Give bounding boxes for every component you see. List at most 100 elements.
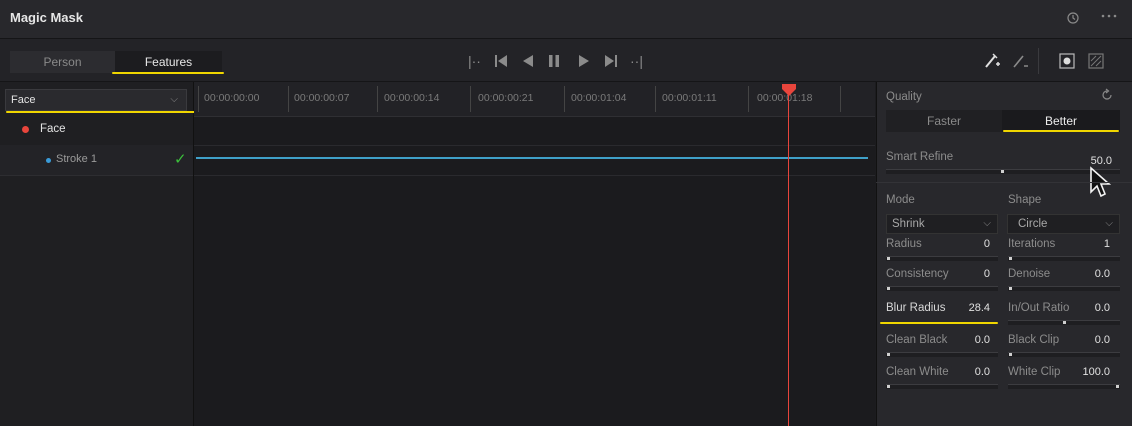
blur-radius-label: Blur Radius bbox=[886, 302, 946, 314]
radius-slider[interactable] bbox=[886, 256, 998, 261]
toolbar-divider bbox=[1038, 48, 1039, 74]
highlight-underline bbox=[880, 322, 998, 324]
chevron-down-icon: ⌵ bbox=[983, 218, 991, 229]
ruler-tick bbox=[840, 86, 841, 112]
history-icon[interactable] bbox=[1066, 11, 1080, 28]
consistency-label: Consistency bbox=[886, 268, 949, 280]
skip-start-icon[interactable] bbox=[494, 51, 508, 73]
slider-knob[interactable] bbox=[1009, 287, 1012, 290]
quality-label: Quality bbox=[886, 91, 922, 103]
highlight-underline bbox=[112, 72, 224, 74]
shape-select-value: Circle bbox=[1018, 218, 1048, 230]
playhead-handle[interactable] bbox=[781, 83, 797, 102]
ruler-tick bbox=[748, 86, 749, 112]
timecode-label: 00:00:01:04 bbox=[571, 92, 627, 104]
track-name: Face bbox=[40, 123, 66, 135]
track-color-dot bbox=[22, 126, 29, 133]
track-row-face[interactable]: Face bbox=[0, 115, 193, 146]
quality-better-button[interactable]: Better bbox=[1002, 110, 1120, 132]
mask-overlay-icon[interactable] bbox=[1058, 52, 1076, 75]
ruler-tick bbox=[564, 86, 565, 112]
white-clip-label: White Clip bbox=[1008, 366, 1061, 378]
track-name: Stroke 1 bbox=[56, 153, 97, 165]
slider-knob[interactable] bbox=[1063, 321, 1066, 324]
shape-select[interactable]: Circle ⌵ bbox=[1007, 214, 1120, 234]
in-out-ratio-slider[interactable] bbox=[1008, 320, 1120, 325]
playhead-line[interactable] bbox=[788, 88, 789, 426]
timecode-label: 00:00:00:21 bbox=[478, 92, 534, 104]
timeline-track-face[interactable] bbox=[194, 115, 875, 146]
slider-knob[interactable] bbox=[1009, 353, 1012, 356]
feature-select-value: Face bbox=[11, 94, 36, 106]
radius-label: Radius bbox=[886, 238, 922, 250]
black-clip-slider[interactable] bbox=[1008, 352, 1120, 357]
black-clip-value[interactable]: 0.0 bbox=[1072, 334, 1110, 346]
skip-end-icon[interactable] bbox=[604, 51, 618, 73]
mode-label: Mode bbox=[886, 194, 915, 206]
reset-icon[interactable] bbox=[1100, 88, 1114, 107]
blur-radius-value[interactable]: 28.4 bbox=[950, 302, 990, 314]
ruler-tick bbox=[470, 86, 471, 112]
black-clip-label: Black Clip bbox=[1008, 334, 1060, 346]
smart-refine-label: Smart Refine bbox=[886, 151, 954, 163]
ruler-tick bbox=[655, 86, 656, 112]
mouse-cursor-icon bbox=[1089, 166, 1113, 205]
feature-select[interactable]: Face ⌵ bbox=[5, 89, 187, 111]
slider-knob[interactable] bbox=[1009, 257, 1012, 260]
timeline-track-stroke[interactable] bbox=[194, 145, 875, 176]
more-icon[interactable] bbox=[1100, 9, 1118, 26]
iterations-value[interactable]: 1 bbox=[1072, 238, 1110, 250]
stroke-track-line[interactable] bbox=[196, 157, 868, 159]
slider-knob[interactable] bbox=[887, 385, 890, 388]
denoise-value[interactable]: 0.0 bbox=[1072, 268, 1110, 280]
clean-white-label: Clean White bbox=[886, 366, 949, 378]
quality-faster-button[interactable]: Faster bbox=[886, 110, 1002, 132]
clean-black-slider[interactable] bbox=[886, 352, 998, 357]
clean-black-value[interactable]: 0.0 bbox=[950, 334, 990, 346]
panel-title: Magic Mask bbox=[10, 10, 83, 25]
consistency-value[interactable]: 0 bbox=[950, 268, 990, 280]
play-forward-icon[interactable] bbox=[578, 51, 590, 73]
clean-white-slider[interactable] bbox=[886, 384, 998, 389]
consistency-slider[interactable] bbox=[886, 286, 998, 291]
iterations-slider[interactable] bbox=[1008, 256, 1120, 261]
tracked-check-icon: ✓ bbox=[174, 151, 187, 168]
title-bar bbox=[0, 0, 1132, 39]
white-clip-value[interactable]: 100.0 bbox=[1072, 366, 1110, 378]
highlight-underline bbox=[6, 111, 198, 113]
ruler-tick bbox=[377, 86, 378, 112]
chevron-down-icon: ⌵ bbox=[170, 94, 178, 105]
clean-white-value[interactable]: 0.0 bbox=[950, 366, 990, 378]
ruler-tick bbox=[288, 86, 289, 112]
in-out-ratio-label: In/Out Ratio bbox=[1008, 302, 1070, 314]
slider-knob[interactable] bbox=[1001, 170, 1004, 173]
mode-select[interactable]: Shrink ⌵ bbox=[886, 214, 998, 234]
slider-knob[interactable] bbox=[887, 257, 890, 260]
slider-knob[interactable] bbox=[887, 287, 890, 290]
step-back-icon[interactable]: |·· bbox=[468, 51, 481, 71]
denoise-slider[interactable] bbox=[1008, 286, 1120, 291]
step-forward-icon[interactable]: ··| bbox=[630, 51, 643, 71]
tab-features[interactable]: Features bbox=[115, 51, 222, 73]
timecode-label: 00:00:00:00 bbox=[204, 92, 260, 104]
slider-knob[interactable] bbox=[1116, 385, 1119, 388]
tab-person[interactable]: Person bbox=[10, 51, 115, 73]
timecode-label: 00:00:01:11 bbox=[662, 92, 717, 104]
shape-label: Shape bbox=[1008, 194, 1042, 206]
subtract-stroke-icon[interactable] bbox=[1011, 52, 1029, 75]
add-stroke-icon[interactable] bbox=[983, 52, 1001, 75]
in-out-ratio-value[interactable]: 0.0 bbox=[1072, 302, 1110, 314]
play-reverse-icon[interactable] bbox=[522, 51, 534, 73]
smart-refine-slider[interactable] bbox=[886, 169, 1120, 174]
highlight-underline bbox=[1003, 130, 1119, 132]
mask-toggle-icon[interactable] bbox=[1087, 52, 1105, 75]
radius-value[interactable]: 0 bbox=[950, 238, 990, 250]
track-row-stroke[interactable]: Stroke 1 ✓ bbox=[0, 145, 193, 176]
white-clip-slider[interactable] bbox=[1008, 384, 1120, 389]
iterations-label: Iterations bbox=[1008, 238, 1056, 250]
pause-icon[interactable] bbox=[548, 51, 560, 73]
clean-black-label: Clean Black bbox=[886, 334, 948, 346]
slider-knob[interactable] bbox=[887, 353, 890, 356]
track-color-dot bbox=[46, 158, 51, 163]
section-divider bbox=[876, 182, 1132, 183]
